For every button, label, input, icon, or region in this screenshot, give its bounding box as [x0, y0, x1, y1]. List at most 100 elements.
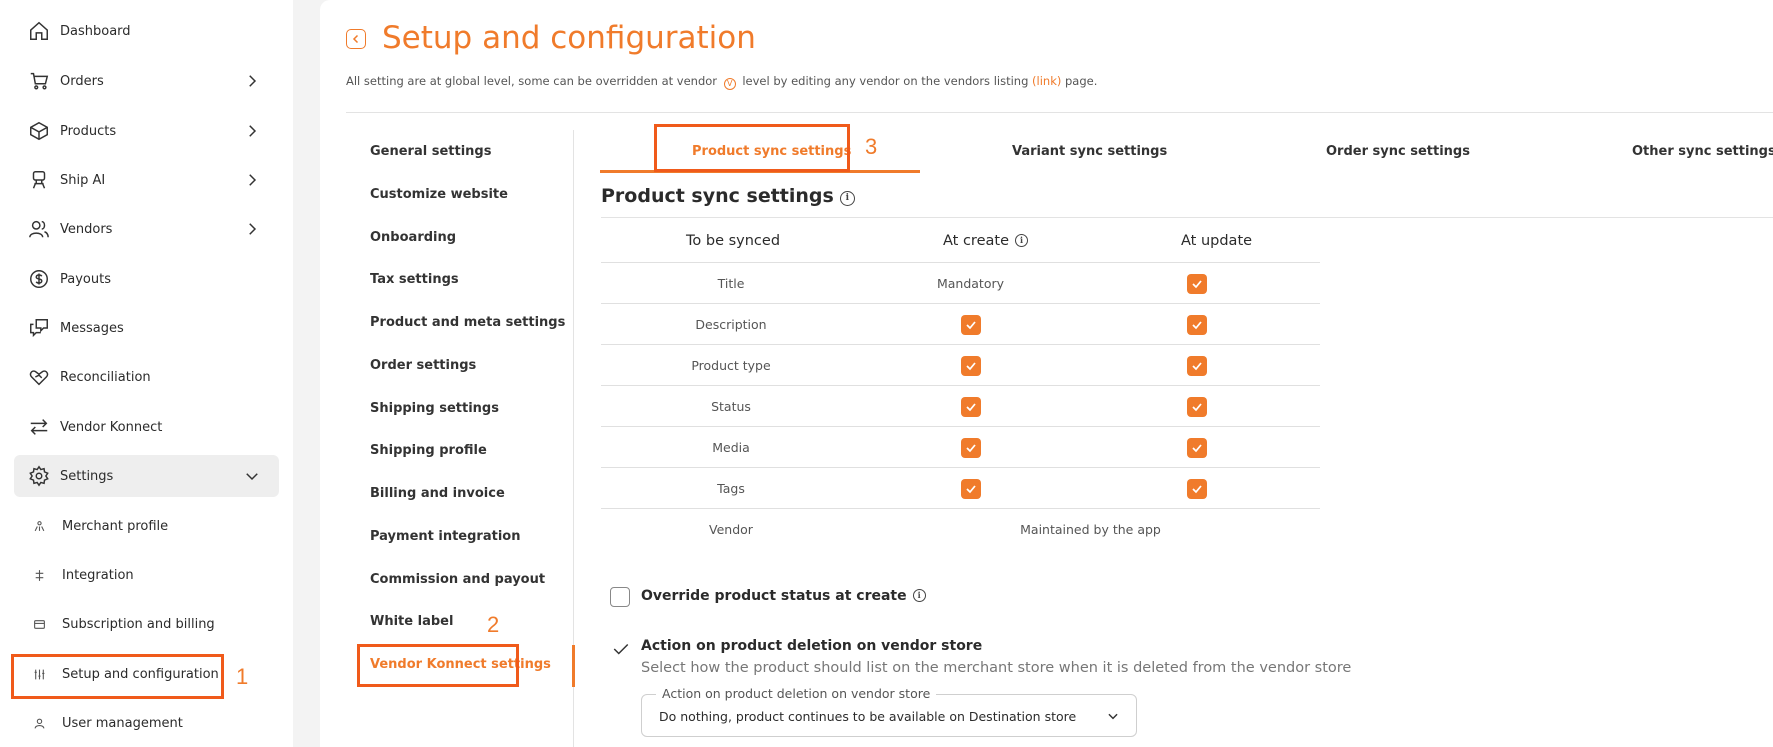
sidebar-subitem-user-management[interactable]: User management — [14, 705, 279, 741]
chat-icon — [26, 315, 52, 341]
table-cell-create — [841, 427, 1100, 468]
subtitle-text: All setting are at global level, some ca… — [346, 74, 718, 88]
settings-menu-tax[interactable]: Tax settings — [370, 272, 459, 287]
settings-menu-white-label[interactable]: White label — [370, 614, 453, 629]
check-icon — [965, 402, 976, 411]
checkbox-checked[interactable] — [960, 355, 981, 376]
annotation-step-3: 3 — [865, 134, 878, 159]
settings-menu-shipping-profile[interactable]: Shipping profile — [370, 443, 487, 458]
sidebar: Dashboard Orders Products Ship AI Vendor… — [0, 0, 293, 747]
settings-menu-order[interactable]: Order settings — [370, 358, 476, 373]
sidebar-item-vendors[interactable]: Vendors — [14, 208, 279, 250]
checkbox-checked[interactable] — [1186, 355, 1207, 376]
annotation-highlight-2 — [357, 644, 519, 687]
table-cell-update — [1067, 304, 1326, 345]
sidebar-item-label: Payouts — [60, 271, 111, 287]
settings-menu-shipping[interactable]: Shipping settings — [370, 401, 499, 416]
chevron-down-icon — [1108, 713, 1118, 720]
table-cell-field: Product type — [691, 358, 771, 373]
tab-variant-sync[interactable]: Variant sync settings — [1012, 144, 1167, 159]
checkbox-checked[interactable] — [1186, 314, 1207, 335]
table-row: Vendor Maintained by the app — [601, 508, 1320, 549]
sidebar-item-reconciliation[interactable]: Reconciliation — [14, 356, 279, 398]
sidebar-item-label: Orders — [60, 73, 104, 89]
subtitle-text: page. — [1065, 74, 1098, 88]
subtitle-text: level by editing any vendor on the vendo… — [742, 74, 1029, 88]
sidebar-subitem-merchant-profile[interactable]: Merchant profile — [14, 508, 279, 544]
checkbox-checked[interactable] — [1186, 273, 1207, 294]
tab-other-sync[interactable]: Other sync settings — [1632, 144, 1773, 159]
settings-menu-customize-website[interactable]: Customize website — [370, 187, 508, 202]
sidebar-item-products[interactable]: Products — [14, 110, 279, 152]
sidebar-item-label: Vendor Konnect — [60, 419, 163, 435]
checkbox-checked[interactable] — [1186, 478, 1207, 499]
sidebar-subitem-subscription[interactable]: Subscription and billing — [14, 606, 279, 642]
table-cell-field: Vendor — [709, 522, 753, 537]
table-cell-create — [841, 304, 1100, 345]
override-status-label: Override product status at create i — [641, 588, 926, 604]
sidebar-item-vendor-konnect[interactable]: Vendor Konnect — [14, 406, 279, 448]
sidebar-item-settings[interactable]: Settings — [14, 455, 279, 497]
checkbox-checked[interactable] — [960, 437, 981, 458]
tab-order-sync[interactable]: Order sync settings — [1326, 144, 1470, 159]
table-cell-field: Status — [711, 399, 751, 414]
settings-menu-product-meta[interactable]: Product and meta settings — [370, 315, 565, 330]
chevron-right-icon — [249, 125, 257, 137]
sidebar-item-ship-ai[interactable]: Ship AI — [14, 159, 279, 201]
table-header-to-be-synced: To be synced — [686, 233, 781, 249]
settings-menu-billing-invoice[interactable]: Billing and invoice — [370, 486, 505, 501]
sidebar-item-label: Dashboard — [60, 23, 131, 39]
back-button[interactable] — [346, 29, 366, 49]
table-row: Product type — [601, 344, 1320, 385]
chevron-left-icon — [352, 34, 359, 44]
checkbox-checked[interactable] — [1186, 396, 1207, 417]
table-header-at-update: At update — [1181, 233, 1253, 249]
deletion-action-select[interactable]: Action on product deletion on vendor sto… — [641, 686, 1137, 737]
settings-menu-payment-integration[interactable]: Payment integration — [370, 529, 520, 544]
table-cell-create — [841, 468, 1100, 509]
settings-menu-onboarding[interactable]: Onboarding — [370, 230, 456, 245]
table-cell-merged: Maintained by the app — [1020, 522, 1161, 537]
sidebar-item-orders[interactable]: Orders — [14, 60, 279, 102]
info-icon[interactable]: i — [912, 588, 926, 602]
override-status-checkbox[interactable] — [610, 587, 630, 607]
chevron-right-icon — [249, 174, 257, 186]
vendors-listing-link[interactable]: (link) — [1032, 74, 1061, 88]
sidebar-item-label: Vendors — [60, 221, 113, 237]
annotation-highlight-1 — [11, 654, 224, 699]
table-header-at-create: At create i — [943, 233, 1028, 249]
annotation-step-2: 2 — [487, 612, 500, 637]
sidebar-item-dashboard[interactable]: Dashboard — [14, 10, 279, 52]
settings-menu-general[interactable]: General settings — [370, 144, 491, 159]
section-title: Product sync settings i — [601, 185, 855, 207]
table-cell-field: Description — [695, 317, 767, 332]
table-row: Description — [601, 303, 1320, 344]
deletion-action-label: Action on product deletion on vendor sto… — [641, 638, 983, 654]
info-icon[interactable]: i — [839, 190, 855, 206]
checkbox-checked[interactable] — [960, 396, 981, 417]
table-row: Tags — [601, 467, 1320, 508]
table-row: Title Mandatory — [601, 262, 1320, 303]
table-row: Media — [601, 426, 1320, 467]
checkbox-checked[interactable] — [960, 478, 981, 499]
sidebar-item-label: Reconciliation — [60, 369, 151, 385]
check-icon — [1191, 484, 1202, 493]
sidebar-subitem-label: Integration — [62, 567, 134, 583]
table-cell-update — [1067, 345, 1326, 386]
sidebar-item-payouts[interactable]: Payouts — [14, 258, 279, 300]
check-icon — [965, 484, 976, 493]
check-icon — [613, 643, 629, 655]
chevron-down-icon — [246, 473, 258, 481]
sidebar-item-messages[interactable]: Messages — [14, 307, 279, 349]
sidebar-subitem-integration[interactable]: Integration — [14, 557, 279, 593]
sidebar-item-label: Settings — [60, 468, 114, 484]
checkbox-checked[interactable] — [960, 314, 981, 335]
check-icon — [1191, 361, 1202, 370]
check-icon — [1191, 279, 1202, 288]
info-icon[interactable]: i — [1015, 233, 1028, 247]
table-cell-update — [1067, 263, 1326, 304]
check-icon — [965, 320, 976, 329]
settings-menu-commission-payout[interactable]: Commission and payout — [370, 572, 545, 587]
checkbox-checked[interactable] — [1186, 437, 1207, 458]
handshake-icon — [26, 364, 52, 390]
